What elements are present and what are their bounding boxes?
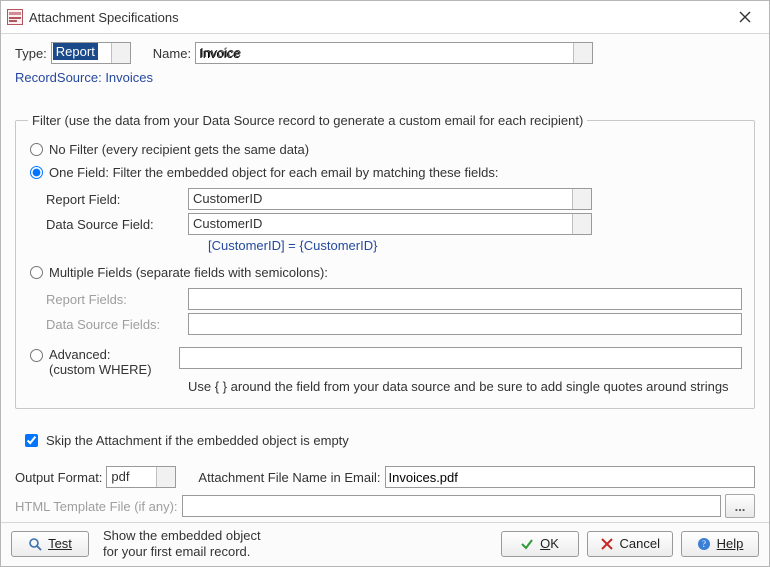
filter-group: Filter (use the data from your Data Sour… xyxy=(15,113,755,409)
type-label: Type: xyxy=(15,46,47,61)
help-button[interactable]: ? Help xyxy=(681,531,759,557)
type-combo[interactable]: Report ▾ xyxy=(51,42,131,64)
data-source-fields-row: Data Source Fields: xyxy=(46,313,742,335)
data-source-field-row: Data Source Field: CustomerID ▾ xyxy=(46,213,742,235)
filter-advanced-option[interactable]: Advanced: (custom WHERE) xyxy=(28,347,742,377)
browse-button[interactable]: ... xyxy=(725,494,755,518)
titlebar: Attachment Specifications xyxy=(1,1,769,34)
report-field-label: Report Field: xyxy=(46,192,188,207)
type-name-row: Type: Report ▾ Name: Invoice Invoice ▾ xyxy=(15,42,755,64)
report-fields-input xyxy=(188,288,742,310)
close-button[interactable] xyxy=(727,5,763,29)
filter-none-option[interactable]: No Filter (every recipient gets the same… xyxy=(28,142,742,157)
skip-attachment-row[interactable]: Skip the Attachment if the embedded obje… xyxy=(21,431,755,450)
magnifier-icon xyxy=(28,537,42,551)
report-fields-label: Report Fields: xyxy=(46,292,188,307)
attachment-filename-label: Attachment File Name in Email: xyxy=(198,470,380,485)
check-icon xyxy=(520,537,534,551)
help-button-label: Help xyxy=(717,536,744,551)
ok-button[interactable]: OK xyxy=(501,531,579,557)
attachment-filename-input[interactable] xyxy=(385,466,756,488)
cancel-button[interactable]: Cancel xyxy=(587,531,673,557)
footer-bar: Test Show the embedded object for your f… xyxy=(1,522,769,567)
data-source-fields-label: Data Source Fields: xyxy=(46,317,188,332)
output-format-combo[interactable]: pdf ▾ xyxy=(106,466,176,488)
html-template-row: HTML Template File (if any): ... xyxy=(15,494,755,518)
close-icon xyxy=(739,11,751,23)
advanced-hint: Use { } around the field from your data … xyxy=(188,379,742,394)
filter-one-option[interactable]: One Field: Filter the embedded object fo… xyxy=(28,165,742,180)
filter-none-label: No Filter (every recipient gets the same… xyxy=(49,142,309,157)
attachment-specifications-dialog: Attachment Specifications Type: Report ▾… xyxy=(0,0,770,567)
filter-multi-radio[interactable] xyxy=(30,266,43,279)
data-source-field-combo[interactable]: CustomerID ▾ xyxy=(188,213,592,235)
filter-legend: Filter (use the data from your Data Sour… xyxy=(28,113,587,128)
svg-text:?: ? xyxy=(702,539,706,549)
filter-multi-label: Multiple Fields (separate fields with se… xyxy=(49,265,328,280)
report-field-combo[interactable]: CustomerID ▾ xyxy=(188,188,592,210)
test-button[interactable]: Test xyxy=(11,531,89,557)
filter-one-radio[interactable] xyxy=(30,166,43,179)
skip-attachment-label: Skip the Attachment if the embedded obje… xyxy=(46,433,349,448)
name-combo[interactable]: Invoice Invoice ▾ xyxy=(195,42,593,64)
test-hint-line2: for your first email record. xyxy=(103,544,261,560)
data-source-field-label: Data Source Field: xyxy=(46,217,188,232)
content-area: Type: Report ▾ Name: Invoice Invoice ▾ R… xyxy=(1,34,769,522)
output-format-label: Output Format: xyxy=(15,470,102,485)
test-button-label: Test xyxy=(48,536,72,551)
filter-advanced-label: Advanced: xyxy=(49,347,179,362)
help-icon: ? xyxy=(697,537,711,551)
app-icon xyxy=(7,9,23,25)
test-hint-line1: Show the embedded object xyxy=(103,528,261,544)
test-hint: Show the embedded object for your first … xyxy=(103,528,261,561)
match-expression: [CustomerID] = {CustomerID} xyxy=(208,238,742,253)
filter-one-label: One Field: Filter the embedded object fo… xyxy=(49,165,498,180)
html-template-label: HTML Template File (if any): xyxy=(15,499,178,514)
output-row: Output Format: pdf ▾ Attachment File Nam… xyxy=(15,466,755,488)
x-icon xyxy=(600,537,614,551)
window-title: Attachment Specifications xyxy=(29,10,727,25)
report-field-row: Report Field: CustomerID ▾ xyxy=(46,188,742,210)
name-label: Name: xyxy=(153,46,191,61)
ok-button-label: K xyxy=(550,536,559,551)
record-source-text: RecordSource: Invoices xyxy=(15,70,755,85)
skip-attachment-checkbox[interactable] xyxy=(25,434,38,447)
data-source-fields-input xyxy=(188,313,742,335)
filter-advanced-sublabel: (custom WHERE) xyxy=(49,362,179,377)
ellipsis-icon: ... xyxy=(735,499,746,514)
type-value-highlight: Report xyxy=(53,43,98,60)
filter-none-radio[interactable] xyxy=(30,143,43,156)
filter-advanced-radio[interactable] xyxy=(30,349,43,362)
report-fields-row: Report Fields: xyxy=(46,288,742,310)
cancel-button-label: Cancel xyxy=(620,536,660,551)
html-template-input xyxy=(182,495,721,517)
filter-multi-option[interactable]: Multiple Fields (separate fields with se… xyxy=(28,265,742,280)
advanced-where-input xyxy=(179,347,742,369)
